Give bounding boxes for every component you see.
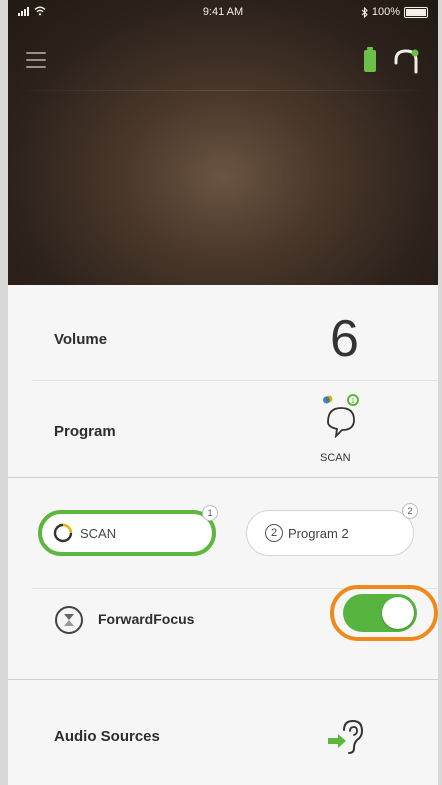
program-row[interactable]: Program: [8, 381, 438, 477]
forward-focus-label: ForwardFocus: [98, 611, 195, 627]
volume-row[interactable]: Volume 6: [8, 285, 438, 380]
program-2-button[interactable]: 2 Program 2 2: [246, 503, 418, 556]
bluetooth-icon: [361, 6, 368, 18]
svg-text:1: 1: [351, 398, 355, 405]
volume-value[interactable]: 6: [330, 313, 359, 365]
program-scan-button[interactable]: SCAN 1: [38, 505, 218, 556]
audio-sources-row[interactable]: Audio Sources: [8, 680, 438, 785]
section-divider: [8, 477, 438, 478]
program-value: SCAN: [320, 452, 351, 464]
forward-focus-toggle[interactable]: [343, 594, 417, 632]
app-screen: 9:41 AM 100% Volume 6 Program 1 SCAN SCA…: [8, 0, 438, 785]
forward-focus-icon: [55, 606, 83, 634]
battery-percent: 100%: [371, 6, 400, 18]
phone-battery-icon: [404, 6, 428, 18]
program-2-badge: 2: [402, 503, 418, 519]
audio-sources-label: Audio Sources: [54, 728, 160, 745]
program-scan-badge: 1: [202, 505, 218, 521]
hearing-aid-battery-icon: [364, 47, 376, 72]
program-2-label: Program 2: [288, 525, 349, 541]
scan-loading-icon: [53, 523, 73, 543]
ear-audio-icon: [328, 719, 364, 754]
program-2-number-icon: 2: [265, 524, 283, 542]
header-area: 9:41 AM 100%: [8, 0, 438, 285]
program-scan-label: SCAN: [80, 525, 117, 541]
volume-label: Volume: [54, 331, 108, 348]
status-bar: 9:41 AM 100%: [8, 0, 438, 26]
status-right: 100%: [361, 6, 428, 18]
scan-program-icon: 1: [323, 394, 359, 438]
hearing-aid-device-icon[interactable]: [390, 48, 422, 76]
toggle-knob: [382, 597, 414, 629]
hamburger-menu-icon[interactable]: [26, 52, 46, 73]
header-divider: [26, 90, 420, 91]
program-label: Program: [54, 423, 116, 440]
